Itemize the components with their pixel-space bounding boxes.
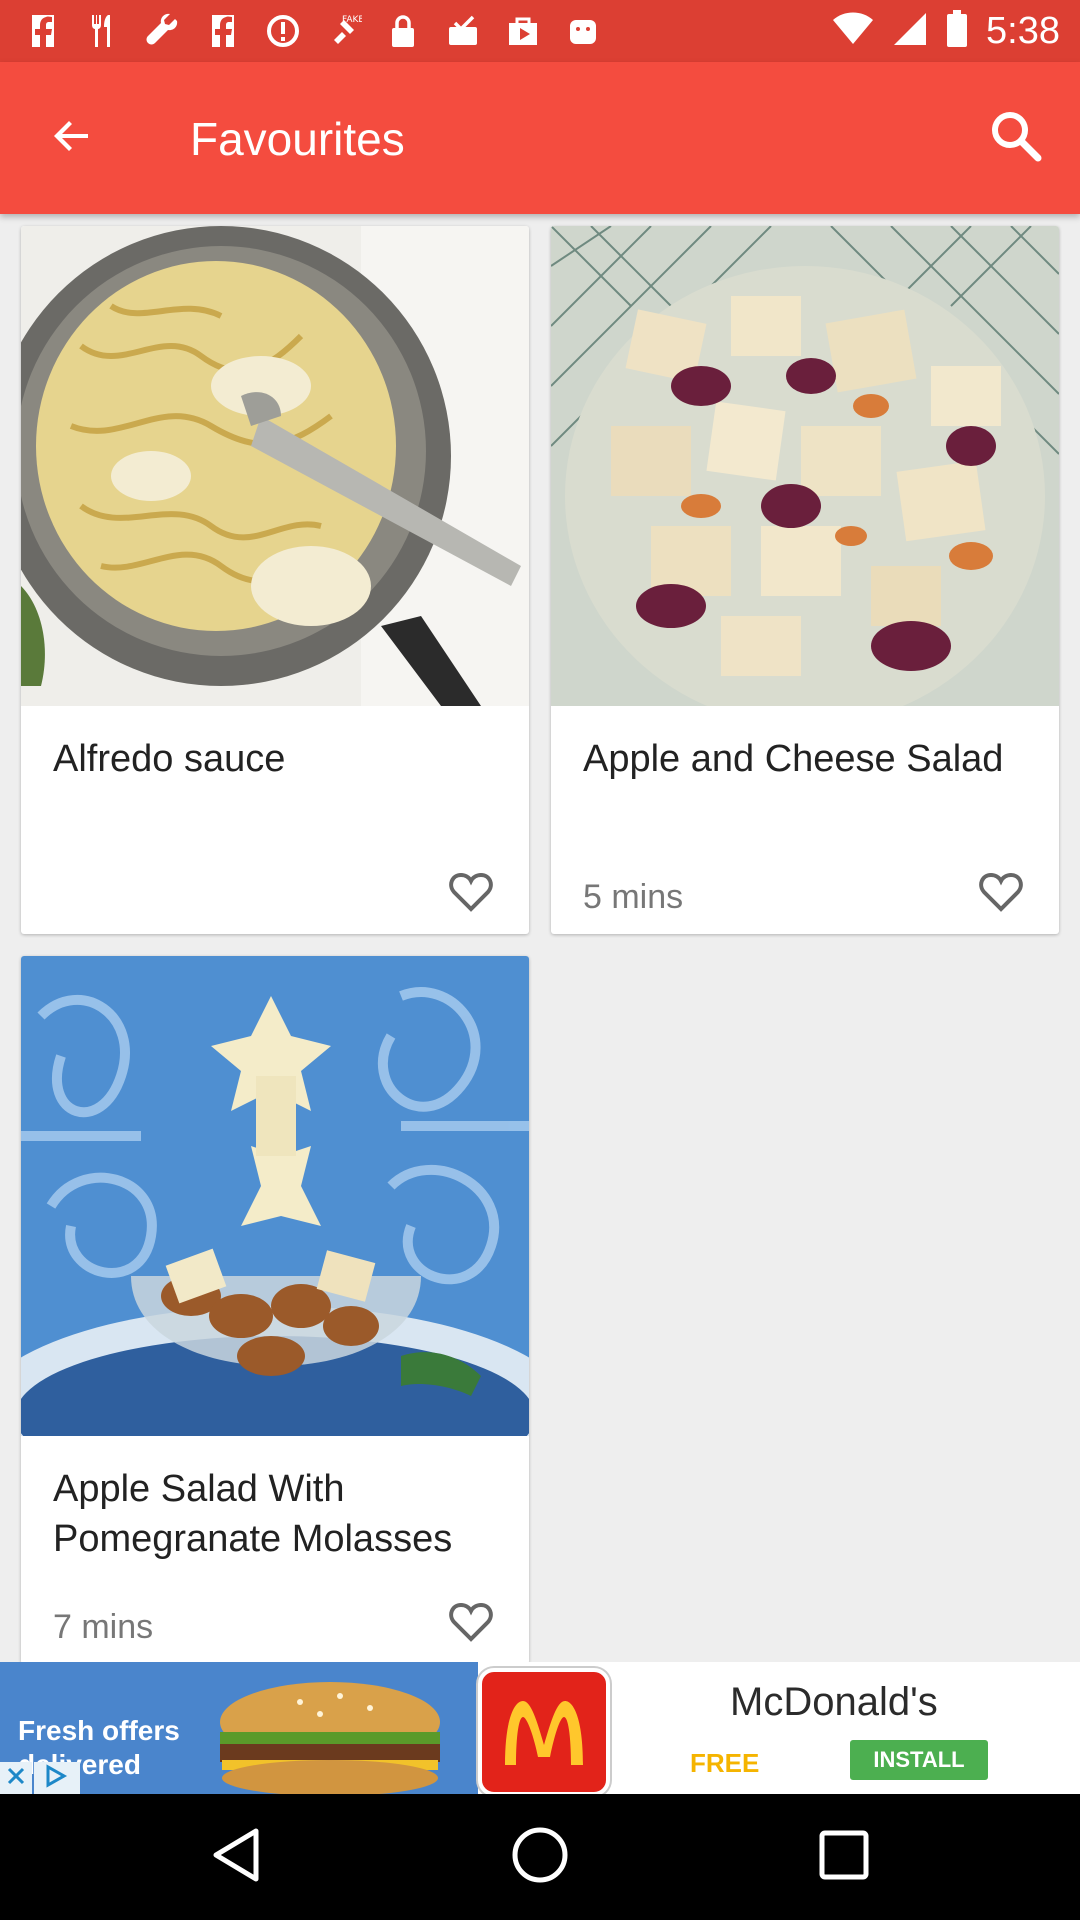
lock-icon <box>384 12 422 50</box>
recipe-time: 7 mins <box>53 1608 154 1646</box>
close-icon <box>6 1766 26 1791</box>
recipe-title: Apple and Cheese Salad <box>583 738 1004 780</box>
recipe-card-alfredo-sauce[interactable]: Alfredo sauce <box>21 226 529 934</box>
nav-home-button[interactable] <box>507 1824 573 1890</box>
recipe-card-apple-and-cheese-salad[interactable]: Apple and Cheese Salad 5 mins <box>551 226 1059 934</box>
play-store-icon <box>504 12 542 50</box>
app-bar: Favourites <box>0 62 1080 214</box>
ad-brand-name: McDonald's <box>730 1680 938 1724</box>
fork-knife-icon <box>84 12 122 50</box>
fake-gps-icon: FAKE <box>324 12 362 50</box>
recipe-image <box>21 956 529 1436</box>
system-status: 5:38 <box>832 8 1060 54</box>
mcdonalds-logo-icon <box>478 1668 610 1794</box>
heart-outline-icon <box>449 1602 493 1647</box>
system-navigation-bar <box>0 1794 1080 1920</box>
android-icon <box>564 12 602 50</box>
svg-text:FAKE: FAKE <box>342 15 362 25</box>
recipe-image <box>551 226 1059 706</box>
ad-close-button[interactable] <box>0 1762 32 1794</box>
facebook-icon <box>24 12 62 50</box>
heart-outline-icon <box>979 872 1023 917</box>
status-bar: FAKE 5:38 <box>0 0 1080 62</box>
recipe-card-apple-salad-pomegranate[interactable]: Apple Salad With Pomegranate Molasses 7 … <box>21 956 529 1664</box>
arrow-back-icon <box>52 116 92 161</box>
heart-outline-icon <box>449 872 493 917</box>
battery-icon <box>946 9 968 53</box>
search-button[interactable] <box>978 100 1054 176</box>
back-triangle-icon <box>212 1827 262 1888</box>
search-icon <box>988 108 1044 169</box>
ad-price-label: FREE <box>690 1748 760 1778</box>
signal-icon <box>892 11 928 52</box>
favourite-button[interactable] <box>441 864 501 924</box>
back-button[interactable] <box>36 102 108 174</box>
favourite-button[interactable] <box>441 1594 501 1654</box>
recipe-title: Alfredo sauce <box>53 738 286 780</box>
recipe-time: 5 mins <box>583 878 684 916</box>
clock: 5:38 <box>986 9 1060 52</box>
recipe-image <box>21 226 529 706</box>
ad-banner[interactable]: Fresh offers delivered McDonald's FREE I… <box>0 1662 1080 1794</box>
ad-choices-icon <box>44 1763 70 1793</box>
page-title: Favourites <box>190 113 405 165</box>
block-icon <box>264 12 302 50</box>
recipe-title: Apple Salad With Pomegranate Molasses <box>53 1468 453 1560</box>
nav-recents-button[interactable] <box>811 1824 877 1890</box>
ad-install-button[interactable]: INSTALL <box>850 1740 988 1780</box>
wifi-icon <box>832 12 874 51</box>
nav-back-button[interactable] <box>204 1824 270 1890</box>
inbox-icon <box>444 12 482 50</box>
home-circle-icon <box>511 1826 569 1889</box>
ad-choices-button[interactable] <box>34 1762 80 1794</box>
wrench-icon <box>144 12 182 50</box>
favourite-button[interactable] <box>971 864 1031 924</box>
recents-square-icon <box>818 1829 870 1886</box>
notification-icons: FAKE <box>24 11 602 51</box>
facebook-icon <box>204 12 242 50</box>
